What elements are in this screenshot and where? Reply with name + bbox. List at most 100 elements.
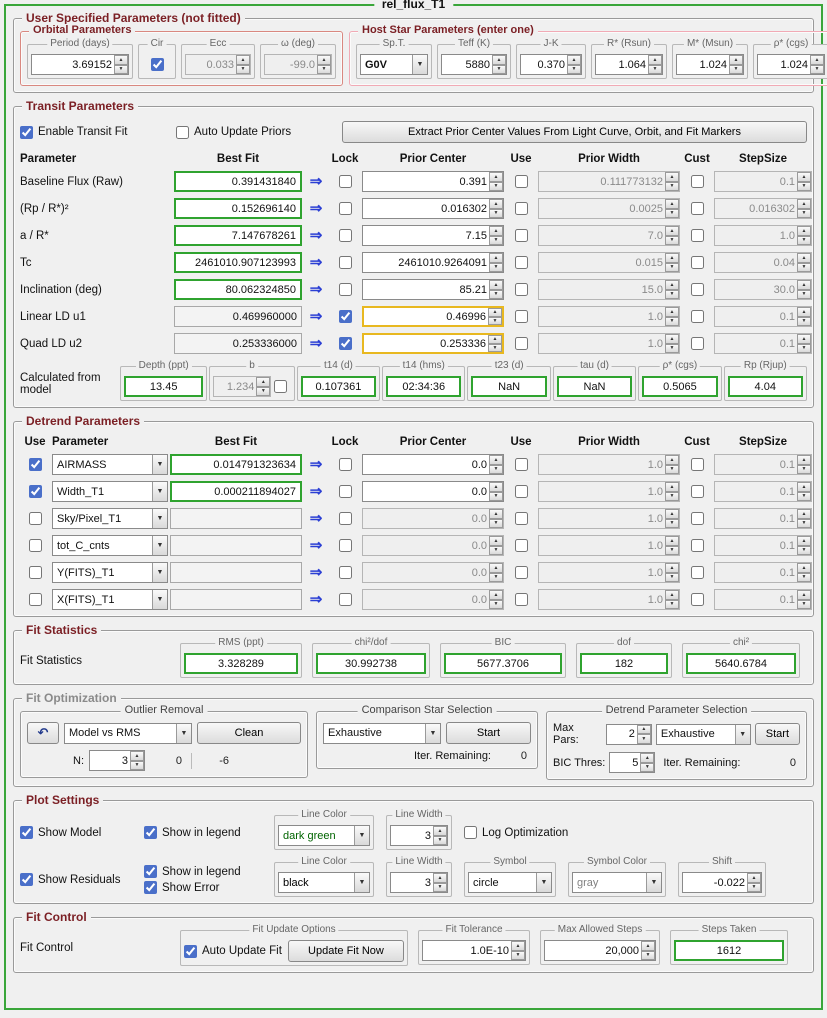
residuals-line-width-input[interactable] [391, 873, 433, 892]
spinner-buttons[interactable] [488, 335, 502, 352]
prior-center-input[interactable] [363, 253, 489, 272]
extract-priors-button[interactable]: Extract Prior Center Values From Light C… [342, 121, 807, 143]
lock-checkbox[interactable] [338, 256, 352, 269]
use-prior-checkbox[interactable] [514, 512, 528, 525]
residuals-line-color-select[interactable]: black [278, 872, 370, 893]
prior-center-spinner[interactable] [362, 252, 504, 273]
spinner-buttons[interactable] [489, 280, 503, 299]
use-prior-checkbox[interactable] [514, 175, 528, 188]
cust-checkbox[interactable] [690, 256, 704, 269]
spin-up-icon[interactable] [489, 482, 503, 492]
lock-checkbox[interactable] [338, 202, 352, 215]
prior-center-spinner[interactable] [362, 171, 504, 192]
clean-button[interactable]: Clean [197, 722, 301, 744]
residuals-line-width-spinner[interactable] [390, 872, 448, 893]
jk-spinner[interactable] [520, 54, 582, 75]
use-prior-checkbox[interactable] [514, 458, 528, 471]
detrend-method-select[interactable]: Exhaustive [655, 723, 751, 745]
spinner-buttons[interactable] [130, 751, 144, 770]
lock-checkbox[interactable] [338, 539, 352, 552]
prior-center-spinner[interactable] [362, 454, 504, 475]
spin-up-icon[interactable] [489, 253, 503, 263]
spinner-buttons[interactable] [489, 226, 503, 245]
spin-down-icon[interactable] [489, 235, 503, 245]
model-line-width-input[interactable] [391, 826, 433, 845]
spin-down-icon[interactable] [488, 343, 502, 352]
use-prior-checkbox[interactable] [514, 539, 528, 552]
spin-up-icon[interactable] [489, 172, 503, 182]
spin-down-icon[interactable] [640, 762, 655, 772]
copy-best-fit-icon[interactable]: ⇒ [304, 309, 328, 324]
copy-best-fit-icon[interactable]: ⇒ [304, 538, 328, 553]
spin-up-icon[interactable] [567, 55, 581, 65]
cust-checkbox[interactable] [690, 310, 704, 323]
spinner-buttons[interactable] [114, 55, 128, 74]
cust-checkbox[interactable] [690, 229, 704, 242]
use-prior-checkbox[interactable] [514, 202, 528, 215]
prior-center-spinner[interactable] [362, 225, 504, 246]
use-prior-checkbox[interactable] [514, 593, 528, 606]
spin-up-icon[interactable] [489, 280, 503, 290]
spinner-buttons[interactable] [489, 199, 503, 218]
spin-up-icon[interactable] [130, 751, 144, 761]
spin-down-icon[interactable] [489, 491, 503, 501]
cust-checkbox[interactable] [690, 539, 704, 552]
enable-transit-fit-checkbox[interactable] [20, 125, 33, 139]
use-detrend-checkbox[interactable] [28, 512, 42, 525]
show-error-checkbox[interactable] [144, 881, 157, 894]
spin-up-icon[interactable] [489, 226, 503, 236]
use-prior-checkbox[interactable] [514, 337, 528, 350]
spin-up-icon[interactable] [433, 826, 447, 836]
spinner-buttons[interactable] [433, 826, 447, 845]
detrend-parameter-select[interactable]: Y(FITS)_T1 [52, 562, 168, 583]
copy-best-fit-icon[interactable]: ⇒ [304, 511, 328, 526]
detrend-parameter-select[interactable]: tot_C_cnts [52, 535, 168, 556]
use-detrend-checkbox[interactable] [28, 458, 42, 471]
spin-down-icon[interactable] [114, 64, 128, 74]
b-checkbox[interactable] [274, 380, 288, 393]
spinner-buttons[interactable] [433, 873, 447, 892]
spinner-buttons[interactable] [810, 55, 824, 74]
cust-checkbox[interactable] [690, 202, 704, 215]
copy-best-fit-icon[interactable]: ⇒ [304, 336, 328, 351]
lock-checkbox[interactable] [338, 593, 352, 606]
lock-checkbox[interactable] [338, 337, 352, 350]
teff-spinner[interactable] [441, 54, 507, 75]
prior-center-spinner[interactable] [362, 279, 504, 300]
shift-input[interactable] [683, 873, 747, 892]
lock-checkbox[interactable] [338, 283, 352, 296]
cust-checkbox[interactable] [690, 283, 704, 296]
spin-up-icon[interactable] [114, 55, 128, 65]
copy-best-fit-icon[interactable]: ⇒ [304, 592, 328, 607]
prior-center-spinner[interactable] [362, 198, 504, 219]
copy-best-fit-icon[interactable]: ⇒ [304, 201, 328, 216]
detrend-parameter-select[interactable]: AIRMASS [52, 454, 168, 475]
log-optimization-checkbox[interactable] [464, 826, 477, 839]
prior-center-input[interactable] [364, 335, 488, 352]
spin-down-icon[interactable] [648, 64, 662, 74]
spin-down-icon[interactable] [489, 464, 503, 474]
spinner-buttons[interactable] [489, 455, 503, 474]
lock-checkbox[interactable] [338, 175, 352, 188]
prior-center-input[interactable] [363, 280, 489, 299]
spin-up-icon[interactable] [729, 55, 743, 65]
period-input[interactable] [32, 55, 114, 74]
cust-checkbox[interactable] [690, 337, 704, 350]
spin-down-icon[interactable] [641, 950, 655, 960]
copy-best-fit-icon[interactable]: ⇒ [304, 255, 328, 270]
prior-center-input[interactable] [363, 482, 489, 501]
auto-update-fit-checkbox[interactable] [184, 944, 197, 958]
spinner-buttons[interactable] [492, 55, 506, 74]
show-residuals-checkbox[interactable] [20, 873, 33, 886]
bic-thres-input[interactable] [610, 753, 641, 772]
prior-center-input[interactable] [363, 226, 489, 245]
model-line-width-spinner[interactable] [390, 825, 448, 846]
cust-checkbox[interactable] [690, 458, 704, 471]
lock-checkbox[interactable] [338, 485, 352, 498]
copy-best-fit-icon[interactable]: ⇒ [304, 457, 328, 472]
residuals-legend-checkbox[interactable] [144, 865, 157, 878]
mstar-input[interactable] [677, 55, 729, 74]
spin-down-icon[interactable] [747, 882, 761, 892]
cust-checkbox[interactable] [690, 593, 704, 606]
max-pars-input[interactable] [606, 724, 637, 744]
